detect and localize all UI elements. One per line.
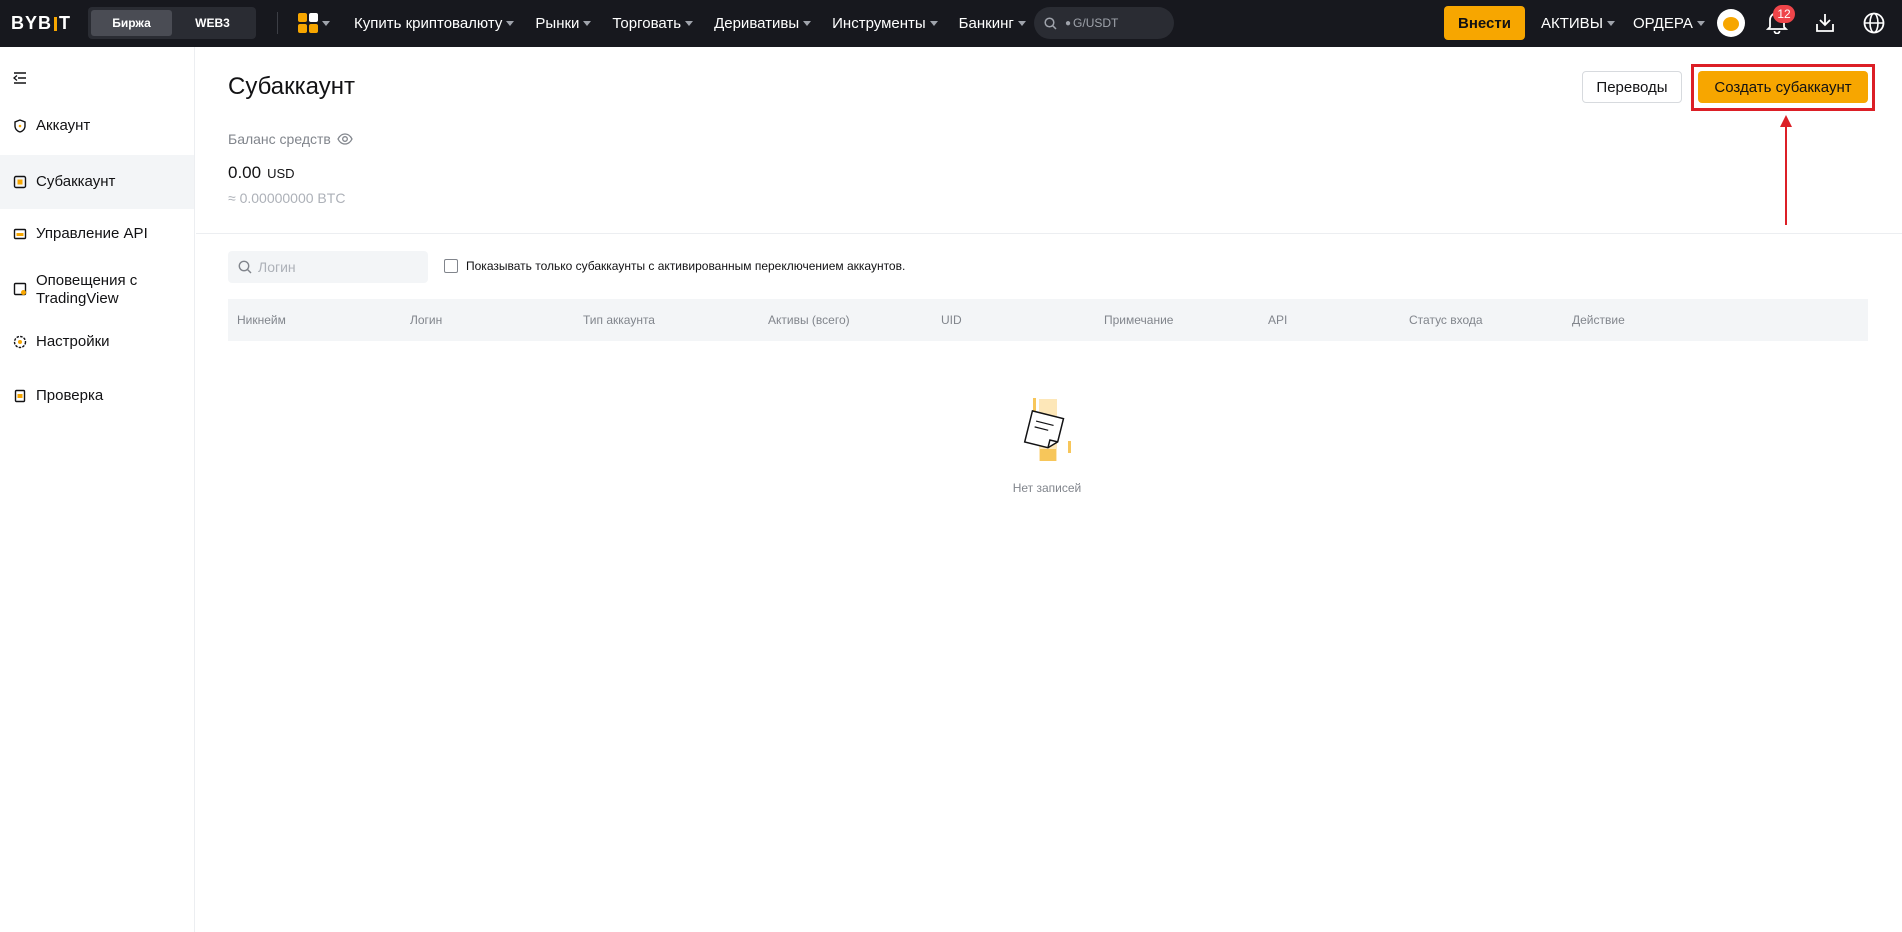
nav-derivatives[interactable]: Деривативы bbox=[714, 15, 812, 32]
bybit-logo[interactable]: BYB T bbox=[11, 13, 71, 34]
login-search-input[interactable]: Логин bbox=[228, 251, 428, 283]
sidebar-item-api[interactable]: Управление API bbox=[0, 225, 194, 261]
column-header-assets: Активы (всего) bbox=[768, 313, 850, 327]
chevron-down-icon bbox=[506, 21, 515, 26]
mode-tab-exchange[interactable]: Биржа bbox=[91, 10, 172, 36]
chevron-down-icon bbox=[1017, 21, 1026, 26]
shield-icon bbox=[14, 119, 26, 133]
sidebar-item-verification[interactable]: Проверка bbox=[0, 387, 194, 423]
only-switch-checkbox[interactable] bbox=[444, 259, 458, 273]
nav-banking[interactable]: Банкинг bbox=[959, 15, 1026, 32]
only-switch-label: Показывать только субаккаунты с активиро… bbox=[466, 259, 906, 273]
column-header-account-type: Тип аккаунта bbox=[583, 313, 655, 327]
only-switch-filter[interactable]: Показывать только субаккаунты с активиро… bbox=[444, 259, 905, 273]
column-header-api: API bbox=[1268, 313, 1288, 327]
search-icon bbox=[1044, 16, 1057, 30]
balance-label-text: Баланс средств bbox=[228, 131, 331, 147]
chevron-down-icon bbox=[685, 21, 694, 26]
balance-value: 0.00 USD bbox=[228, 163, 295, 183]
download-icon[interactable] bbox=[1814, 11, 1836, 35]
balance-label: Баланс средств bbox=[228, 131, 353, 147]
globe-icon[interactable] bbox=[1862, 11, 1886, 35]
transfers-button[interactable]: Переводы bbox=[1582, 71, 1682, 103]
nav-label: Деривативы bbox=[714, 15, 800, 32]
orders-menu[interactable]: ОРДЕРА bbox=[1633, 0, 1705, 47]
notification-badge: 12 bbox=[1773, 5, 1795, 23]
column-header-nickname: Никнейм bbox=[237, 313, 286, 327]
logo-accent bbox=[54, 16, 58, 31]
annotation-arrow-line bbox=[1785, 125, 1787, 225]
verification-icon bbox=[14, 389, 26, 403]
header-search-input[interactable]: ● G/USDT bbox=[1034, 7, 1174, 39]
settings-icon bbox=[13, 335, 27, 349]
deposit-button[interactable]: Внести bbox=[1444, 6, 1525, 40]
sidebar-item-subaccount[interactable]: Субаккаунт bbox=[0, 155, 194, 209]
assets-menu[interactable]: АКТИВЫ bbox=[1541, 0, 1615, 47]
main-nav: Купить криптовалюту Рынки Торговать Дери… bbox=[354, 0, 1047, 47]
nav-label: Инструменты bbox=[832, 15, 926, 32]
logo-text: BYB bbox=[11, 13, 53, 33]
sidebar-item-settings[interactable]: Настройки bbox=[0, 333, 194, 369]
empty-document-icon bbox=[1023, 398, 1071, 461]
sidebar-item-label: Оповещения с TradingView bbox=[36, 272, 138, 307]
page-title: Субаккаунт bbox=[228, 73, 355, 100]
avatar[interactable] bbox=[1717, 9, 1745, 37]
nav-buy-crypto[interactable]: Купить криптовалюту bbox=[354, 15, 515, 32]
chevron-down-icon bbox=[1696, 21, 1705, 26]
search-icon bbox=[238, 260, 252, 274]
empty-state-text: Нет записей bbox=[1012, 481, 1082, 495]
column-header-login: Логин bbox=[410, 313, 443, 327]
nav-markets[interactable]: Рынки bbox=[535, 15, 592, 32]
chevron-down-icon bbox=[929, 21, 938, 26]
login-placeholder: Логин bbox=[258, 259, 296, 275]
chevron-down-icon bbox=[803, 21, 812, 26]
column-header-uid: UID bbox=[941, 313, 962, 327]
column-header-note: Примечание bbox=[1104, 313, 1174, 327]
sidebar-item-tradingview[interactable]: Оповещения с TradingView bbox=[0, 272, 194, 316]
chevron-down-icon bbox=[583, 21, 592, 26]
mode-tab-web3[interactable]: WEB3 bbox=[172, 10, 253, 36]
nav-divider bbox=[277, 12, 278, 34]
orders-label: ОРДЕРА bbox=[1633, 15, 1693, 32]
empty-state: Нет записей bbox=[980, 395, 1114, 495]
nav-label: Купить криптовалюту bbox=[354, 15, 503, 32]
sidebar-item-label: Настройки bbox=[36, 333, 110, 350]
section-divider bbox=[196, 233, 1902, 234]
balance-btc: ≈ 0.00000000 BTC bbox=[228, 190, 346, 206]
nav-trade[interactable]: Торговать bbox=[612, 15, 694, 32]
sidebar: Аккаунт Субаккаунт Управление API Оповещ… bbox=[0, 47, 195, 932]
eye-icon[interactable] bbox=[337, 133, 353, 145]
nav-label: Рынки bbox=[535, 15, 580, 32]
sidebar-item-label: Аккаунт bbox=[36, 117, 91, 134]
create-subaccount-button[interactable]: Создать субаккаунт bbox=[1698, 71, 1868, 103]
subaccount-icon bbox=[13, 175, 27, 189]
sidebar-collapse-icon[interactable] bbox=[13, 72, 27, 84]
balance-currency: USD bbox=[267, 166, 295, 181]
apps-menu-button[interactable] bbox=[298, 13, 330, 33]
sidebar-item-label: Субаккаунт bbox=[36, 173, 116, 190]
chevron-down-icon bbox=[1606, 21, 1615, 26]
column-header-action: Действие bbox=[1572, 313, 1625, 327]
sidebar-item-label: Управление API bbox=[36, 225, 148, 242]
column-header-login-status: Статус входа bbox=[1409, 313, 1483, 327]
balance-amount: 0.00 bbox=[228, 163, 262, 182]
nav-tools[interactable]: Инструменты bbox=[832, 15, 938, 32]
fire-icon: ● bbox=[1065, 17, 1072, 29]
nav-label: Банкинг bbox=[958, 15, 1014, 32]
subaccount-table-header: Никнейм Логин Тип аккаунта Активы (всего… bbox=[228, 299, 1868, 341]
nav-label: Торговать bbox=[612, 15, 682, 32]
assets-label: АКТИВЫ bbox=[1541, 15, 1603, 32]
search-placeholder: G/USDT bbox=[1073, 16, 1119, 30]
top-nav-bar: BYB T Биржа WEB3 Купить криптовалюту Рынк… bbox=[0, 0, 1902, 47]
sidebar-item-label: Проверка bbox=[36, 387, 104, 404]
api-icon bbox=[13, 228, 27, 240]
logo-text-end: T bbox=[59, 13, 72, 33]
chevron-down-icon bbox=[322, 20, 330, 26]
apps-grid-icon bbox=[298, 13, 318, 33]
tradingview-icon bbox=[13, 282, 27, 296]
sidebar-item-account[interactable]: Аккаунт bbox=[0, 117, 194, 153]
mode-switch: Биржа WEB3 bbox=[88, 7, 256, 39]
